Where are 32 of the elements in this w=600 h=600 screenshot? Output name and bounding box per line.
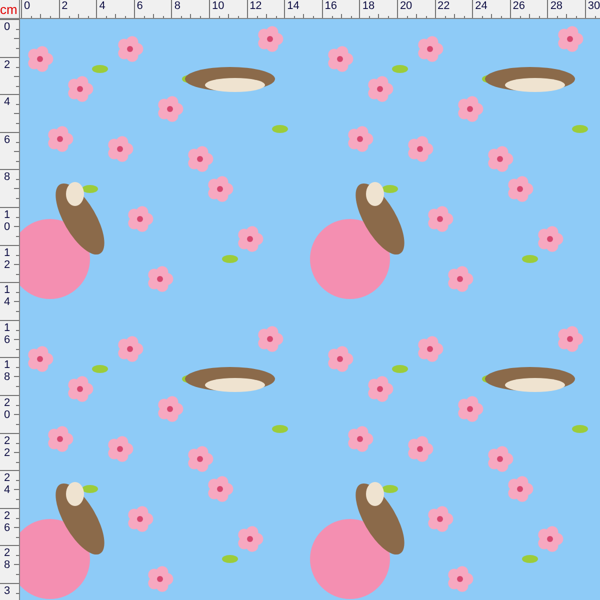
- ruler-number: 10: [4, 208, 12, 234]
- ruler-number: 0: [4, 21, 12, 34]
- ruler-number: 4: [99, 0, 106, 13]
- ruler-number: 22: [4, 434, 12, 459]
- ruler-number: 28: [550, 0, 563, 13]
- ruler-number: 20: [4, 396, 12, 422]
- ruler-number: 2: [62, 0, 68, 13]
- ruler-number: 8: [4, 171, 12, 184]
- ruler-number: 14: [287, 0, 300, 13]
- ruler-number: 2: [4, 58, 12, 71]
- ruler-number: 24: [475, 0, 488, 13]
- ruler-number: 4: [4, 96, 12, 108]
- ruler-number: 24: [4, 472, 12, 496]
- ruler-number: 3: [4, 584, 12, 597]
- ruler-number: 6: [4, 134, 12, 146]
- ruler-number: 18: [362, 0, 375, 13]
- ruler-number: 12: [4, 246, 12, 271]
- ruler-number: 30: [588, 0, 600, 13]
- ruler-number: 28: [4, 547, 12, 572]
- ruler-number: 8: [174, 0, 180, 13]
- ruler-number: 16: [324, 0, 337, 13]
- ruler-number: 22: [438, 0, 450, 13]
- ruler-number: 12: [250, 0, 262, 13]
- ruler-number: 14: [4, 284, 12, 308]
- ruler-number: 26: [4, 510, 12, 534]
- ruler-number: 6: [136, 0, 143, 13]
- ruler-number: 10: [212, 0, 224, 13]
- ruler-number: 26: [512, 0, 525, 13]
- ruler-number: 0: [24, 0, 30, 13]
- ruler-number: 16: [4, 322, 12, 346]
- ruler-number: 18: [4, 359, 12, 384]
- ruler-number: 20: [400, 0, 412, 13]
